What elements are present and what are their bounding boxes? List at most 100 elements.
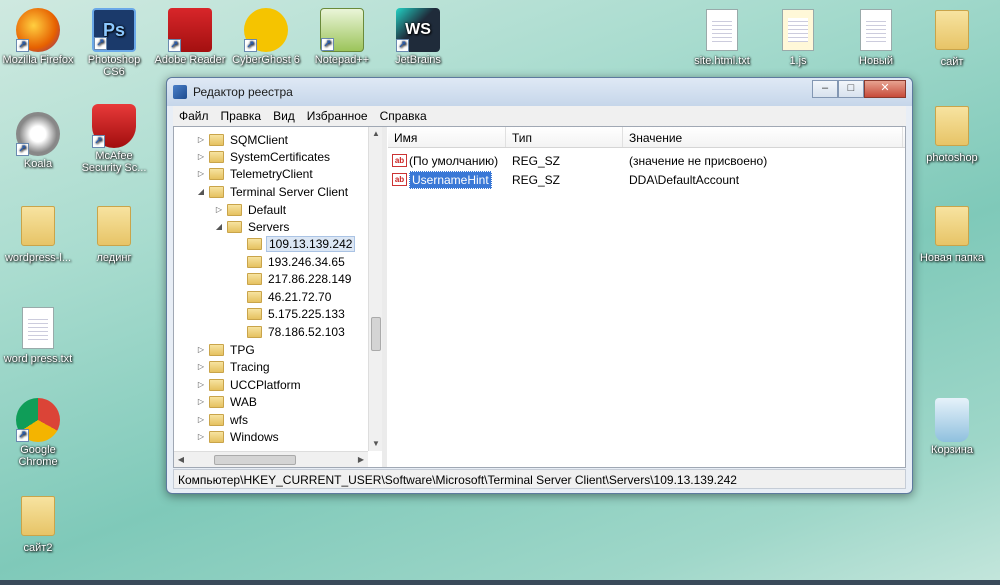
tree-node-label: 46.21.72.70 xyxy=(268,289,332,304)
text-file-icon xyxy=(854,9,898,53)
desktop-icon-label: 1.js xyxy=(789,55,807,67)
tree-node-label: SystemCertificates xyxy=(230,149,331,164)
expand-arrow-icon[interactable]: ▷ xyxy=(196,415,206,424)
desktop-icon-google-chrome[interactable]: ↗ Google Chrome xyxy=(2,398,74,468)
value-name[interactable]: UsernameHint xyxy=(409,170,492,189)
desktop-icon-label: Google Chrome xyxy=(18,444,58,468)
desktop-icon-leding-folder[interactable]: лединг xyxy=(78,204,150,264)
folder-icon xyxy=(247,272,262,285)
menu-file[interactable]: Файл xyxy=(179,109,209,123)
menu-favorites[interactable]: Избранное xyxy=(307,109,368,123)
menu-bar: Файл Правка Вид Избранное Справка xyxy=(173,106,906,126)
expand-arrow-icon[interactable]: ▷ xyxy=(196,380,206,389)
tree-node[interactable]: 78.186.52.103 xyxy=(234,323,347,340)
expand-arrow-icon[interactable]: ▷ xyxy=(196,152,206,161)
shortcut-arrow-icon: ↗ xyxy=(321,38,334,51)
tree-node[interactable]: ▷ WAB xyxy=(196,393,259,410)
tree-node[interactable]: ▷ SQMClient xyxy=(196,131,290,148)
expand-arrow-icon[interactable]: ▷ xyxy=(196,432,206,441)
desktop-icon-photoshop-folder[interactable]: photoshop xyxy=(916,104,988,164)
tree-node[interactable]: 217.86.228.149 xyxy=(234,270,353,287)
desktop-icon-notepad-plus-plus[interactable]: ↗ Notepad++ xyxy=(306,8,378,66)
menu-view[interactable]: Вид xyxy=(273,109,295,123)
tree-node[interactable]: ▷ UCCPlatform xyxy=(196,376,303,393)
scroll-thumb[interactable] xyxy=(214,455,296,465)
tree-node-label: Terminal Server Client xyxy=(230,184,349,199)
tree-node-label: Default xyxy=(248,202,287,217)
tree-node[interactable]: ▷ TelemetryClient xyxy=(196,165,315,182)
tree-node[interactable]: ▷ SystemCertificates xyxy=(196,148,332,165)
desktop-icon-sait[interactable]: сайт xyxy=(916,8,988,68)
expand-arrow-icon[interactable]: ▷ xyxy=(214,205,224,214)
tree-node[interactable]: 193.246.34.65 xyxy=(234,253,347,270)
scroll-down-arrow-icon[interactable]: ▼ xyxy=(369,437,382,451)
tree-node[interactable]: ▷ Windows xyxy=(196,428,281,445)
expand-arrow-icon[interactable]: ▷ xyxy=(196,169,206,178)
expand-arrow-icon[interactable]: ▷ xyxy=(196,345,206,354)
value-row[interactable]: ab (По умолчанию) REG_SZ (значение не при… xyxy=(388,151,905,170)
desktop-icon-recycle-bin[interactable]: Корзина xyxy=(916,398,988,456)
desktop-icon-label: Mozilla Firefox xyxy=(2,54,74,66)
desktop-icon-site-html-txt[interactable]: site.html.txt xyxy=(686,8,758,67)
scroll-left-arrow-icon[interactable]: ◀ xyxy=(174,453,188,467)
desktop-icon-1-js[interactable]: 1.js xyxy=(762,8,834,67)
tree-node-label: UCCPlatform xyxy=(230,377,301,392)
folder-icon xyxy=(209,185,224,198)
desktop-icon-firefox[interactable]: ↗ Mozilla Firefox xyxy=(2,8,74,66)
desktop-icon-label: Adobe Reader xyxy=(154,54,226,66)
shortcut-arrow-icon: ↗ xyxy=(92,135,105,148)
tree-node[interactable]: 109.13.139.242 xyxy=(234,235,356,252)
collapse-arrow-icon[interactable]: ◢ xyxy=(214,222,224,231)
expand-arrow-icon[interactable]: ▷ xyxy=(196,135,206,144)
tree-node[interactable]: ▷ Tracing xyxy=(196,358,272,375)
desktop-icon-cyberghost[interactable]: ↗ CyberGhost 6 xyxy=(230,8,302,66)
scroll-thumb[interactable] xyxy=(371,317,381,351)
desktop-icon-label: JetBrains xyxy=(395,54,441,66)
column-header-type[interactable]: Тип xyxy=(506,127,623,147)
webstorm-glyph: WS xyxy=(405,21,431,38)
desktop-icon-koala[interactable]: ↗ Koala xyxy=(2,112,74,170)
maximize-button[interactable]: □ xyxy=(838,80,864,98)
tree-vertical-scrollbar[interactable]: ▲ ▼ xyxy=(368,127,382,451)
collapse-arrow-icon[interactable]: ◢ xyxy=(196,187,206,196)
desktop-icon-label: McAfee Security Sc... xyxy=(81,150,147,174)
tree-node-label: 109.13.139.242 xyxy=(266,235,356,252)
tree-node[interactable]: ▷ Default xyxy=(214,201,288,218)
menu-edit[interactable]: Правка xyxy=(221,109,262,123)
title-bar[interactable]: Редактор реестра – □ ✕ xyxy=(167,78,912,106)
desktop-icon-photoshop[interactable]: Ps ↗ Photoshop CS6 xyxy=(78,8,150,78)
close-button[interactable]: ✕ xyxy=(864,80,906,98)
desktop-icon-adobe-reader[interactable]: ↗ Adobe Reader xyxy=(154,8,226,66)
folder-icon xyxy=(247,325,262,338)
desktop-icon-word-press-txt[interactable]: word press.txt xyxy=(2,306,74,365)
folder-icon xyxy=(930,106,974,150)
scroll-right-arrow-icon[interactable]: ▶ xyxy=(354,453,368,467)
folder-icon xyxy=(16,496,60,540)
expand-arrow-icon[interactable]: ▷ xyxy=(196,397,206,406)
desktop-icon-novyi[interactable]: Новый xyxy=(840,8,912,67)
expand-arrow-icon[interactable]: ▷ xyxy=(196,362,206,371)
column-header-name[interactable]: Имя xyxy=(388,127,506,147)
mcafee-icon: ↗ xyxy=(92,104,136,148)
shortcut-arrow-icon: ↗ xyxy=(396,39,409,52)
tree-node[interactable]: ▷ wfs xyxy=(196,411,250,428)
string-value-icon: ab xyxy=(392,173,407,186)
value-row-selected[interactable]: ab UsernameHint REG_SZ DDA\DefaultAccount xyxy=(388,170,905,189)
tree-node[interactable]: 46.21.72.70 xyxy=(234,288,333,305)
desktop-icon-new-folder[interactable]: Новая папка xyxy=(916,204,988,264)
scroll-up-arrow-icon[interactable]: ▲ xyxy=(369,127,382,141)
desktop-icon-wordpress-folder[interactable]: wordpress-l... xyxy=(2,204,74,264)
tree-node[interactable]: ▷ TPG xyxy=(196,341,257,358)
desktop-icon-mcafee[interactable]: ↗ McAfee Security Sc... xyxy=(78,104,150,174)
tree-node[interactable]: ◢ Terminal Server Client xyxy=(196,183,350,200)
minimize-button[interactable]: – xyxy=(812,80,838,98)
tree-node[interactable]: ◢ Servers xyxy=(214,218,291,235)
desktop-icon-label: Корзина xyxy=(931,444,973,456)
tree-horizontal-scrollbar[interactable]: ◀ ▶ xyxy=(174,451,368,467)
pane-splitter[interactable] xyxy=(382,127,387,467)
column-header-data[interactable]: Значение xyxy=(623,127,903,147)
desktop-icon-jetbrains[interactable]: WS ↗ JetBrains xyxy=(382,8,454,66)
desktop-icon-sait2-folder[interactable]: сайт2 xyxy=(2,494,74,554)
tree-node[interactable]: 5.175.225.133 xyxy=(234,305,347,322)
menu-help[interactable]: Справка xyxy=(380,109,427,123)
